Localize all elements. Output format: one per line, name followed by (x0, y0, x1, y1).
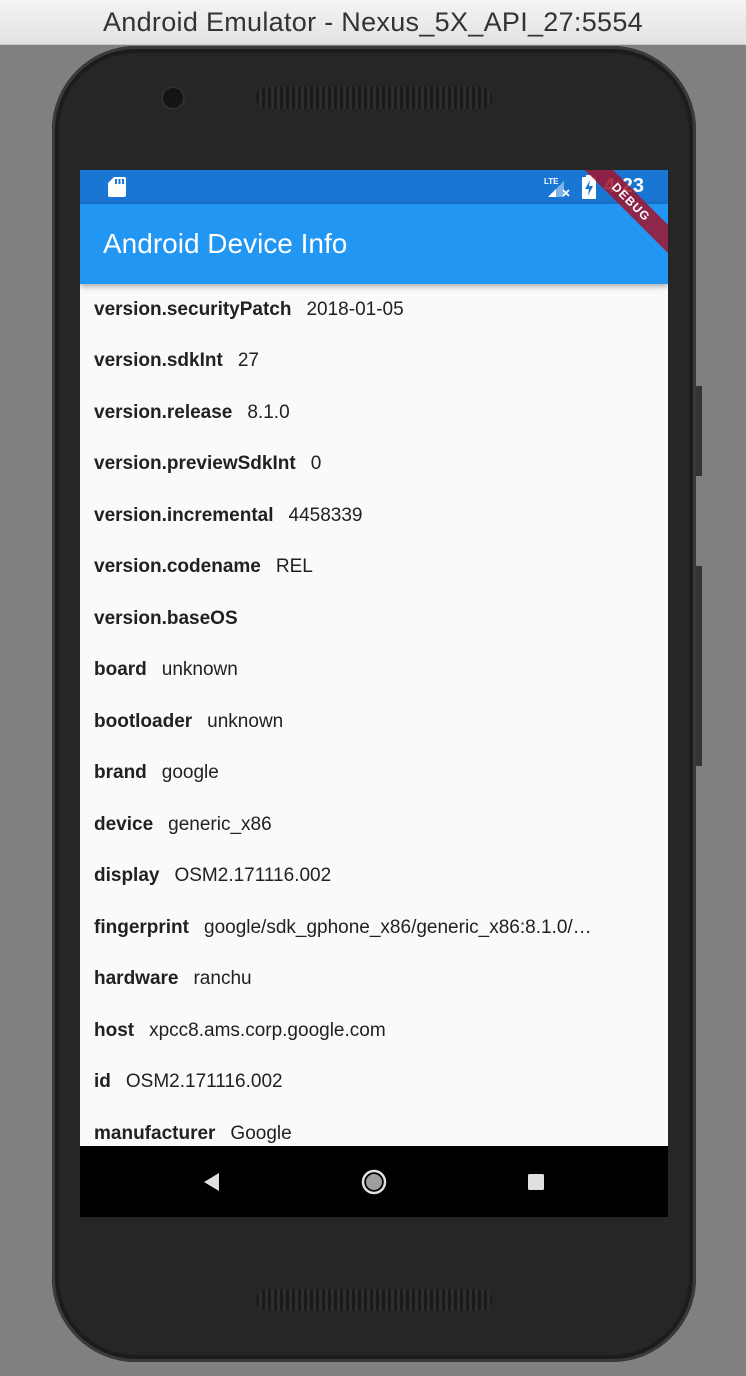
info-row: fingerprint google/sdk_gphone_x86/generic… (80, 902, 668, 954)
info-value: xpcc8.ams.corp.google.com (149, 1019, 386, 1041)
info-key: brand (94, 762, 147, 784)
status-bar: LTE 4:23 (80, 170, 668, 204)
info-value: REL (275, 556, 313, 578)
info-value: generic_x86 (168, 813, 272, 835)
power-button[interactable] (696, 386, 702, 476)
info-key: version.baseOS (94, 607, 238, 629)
navigation-bar (80, 1146, 668, 1217)
info-key: bootloader (94, 710, 193, 732)
info-value: ranchu (193, 968, 252, 990)
info-value: OSM2.171116.002 (174, 865, 332, 887)
info-row: version.codename REL (80, 542, 668, 594)
info-key: version.securityPatch (94, 298, 292, 320)
info-value: 2018-01-05 (306, 298, 404, 320)
bottom-speaker (256, 1289, 492, 1311)
info-row: version.securityPatch 2018-01-05 (80, 284, 668, 336)
info-key: id (94, 1071, 111, 1093)
info-key: host (94, 1019, 135, 1041)
info-key: version.sdkInt (94, 350, 223, 372)
info-key: fingerprint (94, 916, 189, 938)
back-icon[interactable] (195, 1166, 227, 1198)
info-value: unknown (161, 659, 238, 681)
network-label: LTE (544, 177, 559, 186)
info-row: version.previewSdkInt 0 (80, 439, 668, 491)
info-key: device (94, 813, 154, 835)
info-key: version.release (94, 401, 233, 423)
info-row: display OSM2.171116.002 (80, 851, 668, 903)
app-title: Android Device Info (103, 228, 348, 259)
app-bar: Android Device Info (80, 204, 668, 284)
info-row: version.sdkInt 27 (80, 336, 668, 388)
info-row: version.release 8.1.0 (80, 387, 668, 439)
front-camera (163, 88, 183, 108)
info-value: 8.1.0 (247, 401, 290, 423)
device-screen: LTE 4:23 Android Device Info DEBUG versi… (80, 170, 668, 1217)
info-key: board (94, 659, 147, 681)
info-key: hardware (94, 968, 179, 990)
recents-icon[interactable] (520, 1166, 552, 1198)
info-row: hardware ranchu (80, 954, 668, 1006)
info-value: google/sdk_gphone_x86/generic_x86:8.1.0/… (204, 916, 592, 938)
info-key: manufacturer (94, 1122, 216, 1144)
info-key: display (94, 865, 160, 887)
info-value: 4458339 (288, 504, 363, 526)
info-row: id OSM2.171116.002 (80, 1057, 668, 1109)
info-row: version.incremental 4458339 (80, 490, 668, 542)
info-key: version.previewSdkInt (94, 453, 296, 475)
lte-signal-icon: LTE (544, 177, 570, 197)
info-value: unknown (207, 710, 284, 732)
info-key: version.codename (94, 556, 261, 578)
info-row: host xpcc8.ams.corp.google.com (80, 1005, 668, 1057)
info-row: brand google (80, 748, 668, 800)
info-value: 0 (310, 453, 322, 475)
top-speaker (256, 87, 492, 109)
info-row: manufacturer Google (80, 1108, 668, 1146)
info-value: 27 (237, 350, 259, 372)
info-row: device generic_x86 (80, 799, 668, 851)
info-value: Google (230, 1122, 292, 1144)
info-value: OSM2.171116.002 (125, 1071, 283, 1093)
home-icon[interactable] (358, 1166, 390, 1198)
emulator-title-bar: Android Emulator - Nexus_5X_API_27:5554 (0, 0, 746, 45)
volume-button[interactable] (696, 566, 702, 766)
sd-card-icon (108, 177, 126, 197)
window-title: Android Emulator - Nexus_5X_API_27:5554 (102, 6, 644, 37)
info-value: google (161, 762, 219, 784)
info-key: version.incremental (94, 504, 274, 526)
info-row: bootloader unknown (80, 696, 668, 748)
device-info-list[interactable]: version.securityPatch 2018-01-05 version.s… (80, 284, 668, 1146)
info-row: version.baseOS (80, 593, 668, 645)
info-row: board unknown (80, 645, 668, 697)
